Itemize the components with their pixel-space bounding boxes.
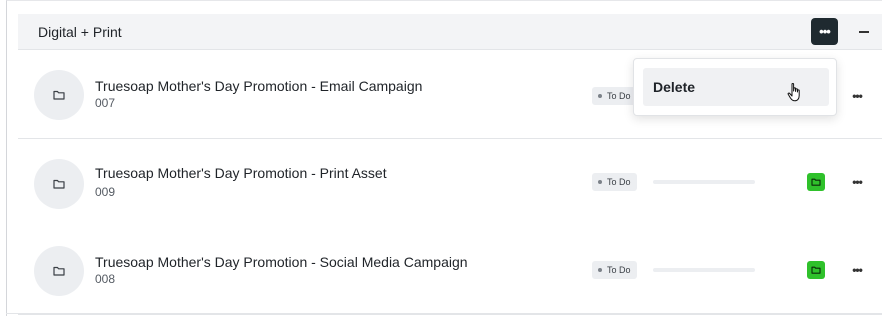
- project-code: 009: [95, 185, 116, 199]
- project-avatar: [34, 159, 84, 209]
- status-badge[interactable]: To Do: [592, 173, 637, 191]
- context-menu: Delete: [633, 58, 837, 116]
- more-horizontal-icon: •••: [852, 89, 863, 103]
- project-avatar: [34, 246, 84, 296]
- minus-icon: [859, 30, 869, 33]
- progress-bar: [653, 268, 755, 272]
- row-more-button[interactable]: •••: [847, 87, 867, 105]
- row-more-button[interactable]: •••: [847, 173, 867, 191]
- project-title[interactable]: Truesoap Mother's Day Promotion - Social…: [95, 254, 468, 270]
- folder-icon: [53, 179, 65, 189]
- list-item[interactable]: Truesoap Mother's Day Promotion - Print …: [18, 140, 882, 228]
- status-label: To Do: [607, 91, 631, 101]
- folder-icon: [53, 266, 65, 276]
- open-folder-button[interactable]: [807, 261, 825, 279]
- status-badge[interactable]: To Do: [592, 87, 637, 105]
- more-horizontal-icon: •••: [819, 24, 831, 39]
- row-more-button[interactable]: •••: [847, 261, 867, 279]
- group-more-button[interactable]: •••: [811, 18, 838, 45]
- project-title[interactable]: Truesoap Mother's Day Promotion - Email …: [95, 78, 422, 94]
- project-title[interactable]: Truesoap Mother's Day Promotion - Print …: [95, 165, 387, 181]
- more-horizontal-icon: •••: [852, 263, 863, 277]
- folder-icon: [811, 178, 821, 186]
- status-dot-icon: [598, 268, 602, 272]
- divider: [6, 313, 882, 314]
- progress-bar: [653, 180, 755, 184]
- status-badge[interactable]: To Do: [592, 261, 637, 279]
- delete-menu-item-label: Delete: [653, 79, 696, 95]
- status-dot-icon: [598, 94, 602, 98]
- folder-icon: [811, 266, 821, 274]
- open-folder-button[interactable]: [807, 173, 825, 191]
- group-header: Digital + Print •••: [18, 14, 882, 50]
- status-label: To Do: [607, 177, 631, 187]
- status-label: To Do: [607, 265, 631, 275]
- collapse-group-button[interactable]: [852, 18, 876, 45]
- project-code: 008: [95, 272, 116, 286]
- status-dot-icon: [598, 180, 602, 184]
- hand-pointer-cursor-icon: [787, 83, 800, 102]
- group-title: Digital + Print: [38, 24, 122, 40]
- more-horizontal-icon: •••: [852, 175, 863, 189]
- list-item[interactable]: Truesoap Mother's Day Promotion - Social…: [18, 227, 882, 315]
- folder-icon: [53, 90, 65, 100]
- delete-menu-item[interactable]: Delete: [643, 68, 829, 106]
- project-code: 007: [95, 96, 116, 110]
- project-avatar: [34, 70, 84, 120]
